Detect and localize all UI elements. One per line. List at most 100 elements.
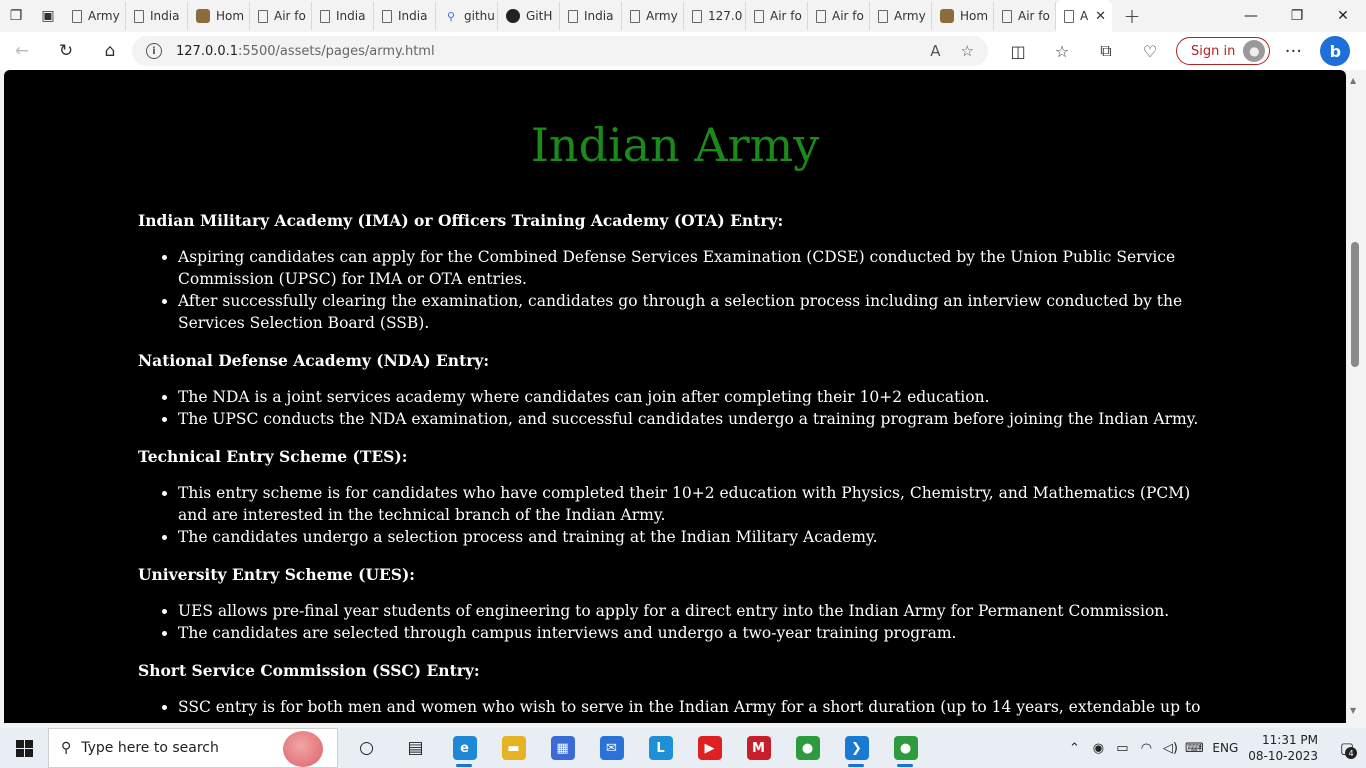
section-list: SSC entry is for both men and women who … [178, 696, 1218, 718]
minimize-button[interactable]: — [1228, 0, 1274, 32]
notifications-button[interactable]: ▢ 4 [1328, 728, 1366, 768]
taskbar-app[interactable]: ○ [342, 728, 391, 768]
system-tray: ⌃ ◉ ▭ ◠ ◁) ⌨ ENG 11:31 PM 08-10-2023 ▢ 4 [1062, 728, 1366, 768]
browser-tab[interactable]: Air fo [250, 2, 312, 30]
favorite-star-icon[interactable]: ☆ [961, 42, 974, 60]
scrollbar-thumb[interactable] [1351, 242, 1359, 367]
browser-tab[interactable]: Hom [188, 2, 250, 30]
back-button[interactable]: ← [0, 32, 44, 70]
language-indicator[interactable]: ENG [1212, 741, 1238, 755]
workspaces-icon[interactable]: ❐ [0, 0, 32, 32]
browser-tab[interactable]: Army [64, 2, 126, 30]
list-item: The NDA is a joint services academy wher… [178, 386, 1218, 408]
start-button[interactable] [0, 728, 48, 768]
browser-tab[interactable]: GitH [498, 2, 560, 30]
windows-logo-icon [15, 739, 33, 757]
address-bar[interactable]: i 127.0.0.1:5500/assets/pages/army.html … [132, 36, 988, 66]
page-icon [320, 9, 330, 23]
tab-label: India [584, 9, 614, 23]
search-icon: ⚲ [61, 740, 72, 756]
taskbar-app[interactable]: ▶ [685, 728, 734, 768]
new-tab-button[interactable]: + [1112, 0, 1152, 32]
taskbar-app[interactable]: M [734, 728, 783, 768]
browser-tab[interactable]: India [126, 2, 188, 30]
close-tab-icon[interactable]: ✕ [1095, 9, 1106, 24]
taskbar-search[interactable]: ⚲ Type here to search [48, 728, 338, 768]
restore-button[interactable]: ❐ [1274, 0, 1320, 32]
store-icon: ▦ [550, 736, 575, 760]
keyboard-icon[interactable]: ⌨ [1182, 741, 1206, 756]
list-item: The candidates are selected through camp… [178, 622, 1218, 644]
refresh-button[interactable]: ↻ [44, 32, 88, 70]
tab-label: Hom [960, 9, 989, 23]
list-item: After successfully clearing the examinat… [178, 290, 1218, 334]
tab-label: GitH [526, 9, 553, 23]
tab-label: Air fo [1018, 9, 1050, 23]
sign-in-label: Sign in [1191, 43, 1236, 59]
youtube-icon: ▶ [697, 736, 722, 760]
tab-label: 127.0 [708, 9, 743, 23]
section-heading: National Defense Academy (NDA) Entry: [138, 351, 490, 370]
browser-tab[interactable]: India [374, 2, 436, 30]
page-icon [134, 9, 144, 23]
url-host: 127.0.0.1 [176, 43, 239, 59]
edge-icon: e [452, 736, 477, 760]
favorites-icon[interactable]: ☆ [1040, 32, 1084, 70]
scroll-down-icon[interactable]: ▼ [1350, 706, 1356, 715]
vertical-tabs-icon[interactable]: ▣ [32, 0, 64, 32]
window-controls: — ❐ ✕ [1228, 0, 1366, 32]
browser-tab[interactable]: India [312, 2, 374, 30]
close-window-button[interactable]: ✕ [1320, 0, 1366, 32]
chrome-icon: ● [795, 736, 820, 760]
page-viewport: Indian Army Indian Military Academy (IMA… [4, 70, 1346, 723]
tab-label: Army [894, 9, 926, 23]
section-heading: Technical Entry Scheme (TES): [138, 447, 408, 466]
browser-tab[interactable]: Hom [932, 2, 994, 30]
section-list: The NDA is a joint services academy wher… [178, 386, 1218, 430]
browser-essentials-icon[interactable]: ♡ [1128, 32, 1172, 70]
taskbar-app[interactable]: e [440, 728, 489, 768]
home-button[interactable]: ⌂ [88, 32, 132, 70]
site-info-icon[interactable]: i [146, 43, 162, 59]
browser-tab[interactable]: Air fo [746, 2, 808, 30]
taskbar-app[interactable]: ● [881, 728, 930, 768]
scroll-up-icon[interactable]: ▲ [1350, 76, 1356, 85]
browser-tab[interactable]: India [560, 2, 622, 30]
section-heading: University Entry Scheme (UES): [138, 565, 416, 584]
avatar-icon: ● [1243, 40, 1266, 62]
security-icon[interactable]: ◉ [1086, 741, 1110, 756]
browser-tab[interactable]: Army [870, 2, 932, 30]
chevron-up-icon[interactable]: ⌃ [1062, 741, 1086, 756]
volume-icon[interactable]: ◁) [1158, 741, 1182, 756]
clock[interactable]: 11:31 PM 08-10-2023 [1248, 732, 1318, 764]
bing-copilot-icon[interactable]: b [1320, 36, 1351, 66]
browser-tab[interactable]: Army [622, 2, 684, 30]
tab-active[interactable]: A ✕ [1056, 0, 1112, 32]
collections-icon[interactable]: ⧉ [1084, 32, 1128, 70]
tab-label: Air fo [832, 9, 864, 23]
tab-label: Army [646, 9, 678, 23]
taskbar-app[interactable]: L [636, 728, 685, 768]
taskbar-app[interactable]: ● [783, 728, 832, 768]
page-title: Indian Army [530, 118, 820, 172]
browser-tab[interactable]: 127.0 [684, 2, 746, 30]
more-menu-icon[interactable]: ··· [1270, 41, 1316, 62]
browser-tab[interactable]: Air fo [808, 2, 870, 30]
emblem-icon [196, 9, 210, 23]
taskbar-app[interactable]: ▤ [391, 728, 440, 768]
task-view-icon: ○ [359, 738, 374, 758]
page-icon [72, 9, 82, 23]
taskbar-app[interactable]: ❯ [832, 728, 881, 768]
sign-in-button[interactable]: Sign in ● [1176, 37, 1271, 65]
taskbar-app[interactable]: ▬ [489, 728, 538, 768]
tab-label: India [398, 9, 428, 23]
vertical-scrollbar[interactable]: ▲ ▼ [1346, 70, 1366, 723]
battery-icon[interactable]: ▭ [1110, 741, 1134, 756]
read-aloud-icon[interactable]: A [930, 42, 940, 60]
split-screen-icon[interactable]: ◫ [996, 32, 1040, 70]
wifi-icon[interactable]: ◠ [1134, 741, 1158, 756]
taskbar-app[interactable]: ✉ [587, 728, 636, 768]
taskbar-app[interactable]: ▦ [538, 728, 587, 768]
browser-tab[interactable]: Air fo [994, 2, 1056, 30]
browser-tab[interactable]: ⚲ githu [436, 2, 498, 30]
